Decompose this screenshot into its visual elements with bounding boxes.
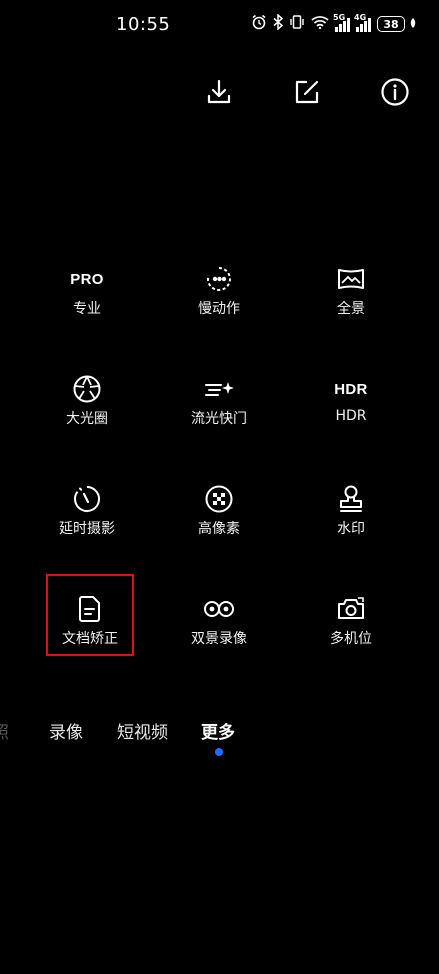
timelapse-icon	[72, 484, 102, 514]
light-trail-icon	[203, 374, 235, 404]
mode-high-resolution[interactable]: 高像素	[164, 478, 274, 558]
signal-5g-icon: 5G	[333, 13, 350, 32]
clock: 10:55	[116, 14, 171, 35]
info-icon	[381, 78, 409, 106]
high-resolution-icon	[204, 484, 234, 514]
eco-leaf-icon	[409, 17, 417, 32]
mode-label: 高像素	[198, 521, 240, 537]
mode-label: HDR	[335, 408, 367, 424]
mode-watermark[interactable]: 水印	[296, 478, 406, 558]
mode-slowmo[interactable]: 慢动作	[164, 258, 274, 338]
tab-short-video[interactable]: 短视频	[117, 718, 168, 743]
slowmo-icon	[205, 264, 233, 294]
mode-tab-strip: 照 录像 短视频 更多	[0, 718, 439, 748]
mode-label: 全景	[337, 301, 365, 317]
dual-view-icon	[203, 594, 235, 624]
mode-panorama[interactable]: 全景	[296, 258, 406, 338]
download-button[interactable]	[203, 76, 235, 108]
mode-hdr[interactable]: HDR HDR	[296, 368, 406, 448]
stamp-icon	[337, 484, 365, 514]
panorama-icon	[336, 264, 366, 294]
edit-button[interactable]	[291, 76, 323, 108]
active-tab-indicator	[215, 748, 223, 756]
tab-video[interactable]: 录像	[49, 718, 83, 743]
mode-document-correction[interactable]: 文档矫正	[35, 588, 145, 668]
mode-label: 水印	[337, 521, 365, 537]
mode-aperture[interactable]: 大光圈	[32, 368, 142, 448]
aperture-icon	[72, 374, 102, 404]
mode-label: 双景录像	[191, 631, 247, 647]
battery-indicator: 38	[377, 16, 405, 32]
mode-light-trail[interactable]: 流光快门	[164, 368, 274, 448]
mode-label: 流光快门	[191, 411, 247, 427]
mode-label: 大光圈	[66, 411, 108, 427]
mode-dual-view[interactable]: 双景录像	[164, 588, 274, 668]
hdr-icon: HDR	[334, 380, 368, 398]
status-bar: 10:55 5G 4G 38	[0, 0, 439, 52]
mode-pro[interactable]: PRO 专业	[32, 258, 142, 338]
download-icon	[207, 79, 231, 104]
tab-more[interactable]: 更多	[201, 718, 235, 743]
wifi-icon	[311, 15, 329, 33]
signal-4g-icon: 4G	[354, 13, 371, 32]
bluetooth-icon	[273, 13, 284, 34]
mode-timelapse[interactable]: 延时摄影	[32, 478, 142, 558]
alarm-icon	[251, 14, 267, 34]
edit-icon	[295, 80, 319, 104]
mode-label: 专业	[73, 301, 101, 317]
mode-label: 慢动作	[198, 301, 240, 317]
pro-icon: PRO	[70, 270, 104, 288]
vibrate-icon	[289, 14, 305, 34]
document-icon	[77, 594, 103, 624]
mode-label: 文档矫正	[62, 631, 118, 647]
info-button[interactable]	[379, 76, 411, 108]
mode-label: 多机位	[330, 631, 372, 647]
mode-multi-camera[interactable]: 多机位	[296, 588, 406, 668]
status-icons: 5G 4G 38	[251, 13, 417, 34]
tab-photo-partial[interactable]: 照	[0, 718, 9, 743]
mode-label: 延时摄影	[59, 521, 115, 537]
camera-icon	[336, 594, 366, 624]
